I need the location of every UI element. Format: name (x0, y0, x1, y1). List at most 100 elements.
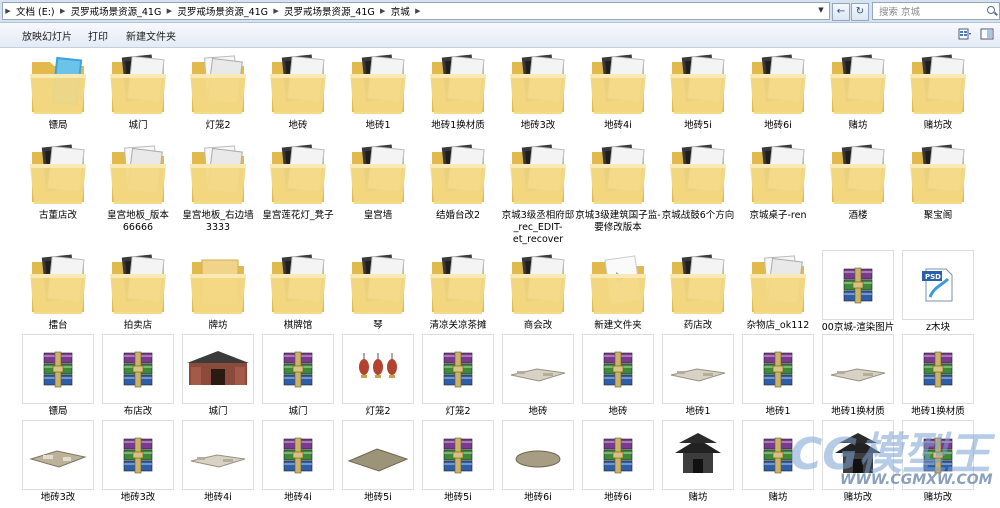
item-label: 皇宫墙 (363, 210, 393, 221)
item-label: 地砖4i (604, 120, 632, 131)
slideshow-button[interactable]: 放映幻灯片 (22, 28, 72, 43)
search-box[interactable]: 搜索 京城 (872, 2, 1000, 20)
folder-icon (28, 142, 88, 206)
folder-icon (668, 52, 728, 116)
search-input[interactable]: 搜索 京城 (873, 4, 985, 18)
breadcrumb-item[interactable]: ▶ 灵罗戒场景资源_41G (271, 4, 378, 18)
image-thumbnail (22, 420, 94, 490)
image-thumbnail (182, 420, 254, 490)
file-item[interactable]: 镖局 (20, 334, 96, 418)
breadcrumb-item[interactable]: ▶ 灵罗戒场景资源_41G (58, 4, 165, 18)
file-item[interactable]: PSD z木块 (900, 250, 976, 334)
item-label: 赌坊 (688, 492, 708, 503)
file-item[interactable]: 地砖4i (180, 420, 256, 504)
folder-item[interactable]: 地砖5i (660, 50, 736, 134)
folder-item[interactable]: 皇宫墙 (340, 140, 416, 224)
file-item[interactable]: 地砖5i (420, 420, 496, 504)
folder-item[interactable]: 药店改 (660, 250, 736, 334)
folder-item[interactable]: 赌坊 (820, 50, 896, 134)
chevron-right-icon[interactable]: ▶ (378, 7, 388, 15)
folder-item[interactable]: 地砖1换材质 (420, 50, 496, 134)
item-label: 结婚台改2 (435, 210, 481, 221)
folder-item[interactable]: 棋牌馆 (260, 250, 336, 334)
folder-item[interactable]: 皇宫莲花灯_凳子 (260, 140, 336, 224)
folder-item[interactable]: 京城3级丞相府邸_rec_EDIT-et_recover (500, 140, 576, 245)
breadcrumb-item[interactable]: ▶ 京城 (378, 4, 413, 18)
file-item[interactable]: 地砖 (580, 334, 656, 418)
file-item[interactable]: 赌坊 (740, 420, 816, 504)
folder-item[interactable]: 皇宫地板_右边墙3333 (180, 140, 256, 233)
folder-item[interactable]: 镖局 (20, 50, 96, 134)
item-label: 京城3级丞相府邸_rec_EDIT-et_recover (501, 210, 575, 245)
folder-item[interactable]: 酒楼 (820, 140, 896, 224)
folder-item[interactable]: 琴 (340, 250, 416, 334)
breadcrumb[interactable]: ▶ 文档 (E:) ▶ 灵罗戒场景资源_41G ▶ 灵罗戒场景资源_41G ▶ 灵罗戒场景资源… (2, 2, 830, 20)
new-folder-button[interactable]: 新建文件夹 (126, 28, 176, 43)
folder-item[interactable]: 新建文件夹 (580, 250, 656, 334)
file-item[interactable]: 地砖3改 (20, 420, 96, 504)
folder-icon (588, 142, 648, 206)
item-label: 药店改 (683, 320, 713, 331)
view-options-icon[interactable] (958, 27, 972, 41)
folder-item[interactable]: 清凉关凉茶摊 (420, 250, 496, 334)
file-item[interactable]: 地砖4i (260, 420, 336, 504)
chevron-right-icon[interactable]: ▶ (3, 7, 13, 15)
folder-icon (668, 142, 728, 206)
file-item[interactable]: 灯笼2 (420, 334, 496, 418)
folder-item[interactable]: 杂物店_ok112 (740, 250, 816, 334)
folder-item[interactable]: 地砖6i (740, 50, 816, 134)
folder-item[interactable]: 拍卖店 (100, 250, 176, 334)
folder-item[interactable]: 赌坊改 (900, 50, 976, 134)
file-item[interactable]: 城门 (260, 334, 336, 418)
folder-item[interactable]: 牌坊 (180, 250, 256, 334)
item-label: 皇宫莲花灯_凳子 (262, 210, 334, 221)
chevron-right-icon[interactable]: ▶ (271, 7, 281, 15)
folder-item[interactable]: 聚宝阁 (900, 140, 976, 224)
folder-item[interactable]: 地砖3改 (500, 50, 576, 134)
folder-item[interactable]: 地砖4i (580, 50, 656, 134)
item-label: 镖局 (48, 406, 68, 417)
folder-item[interactable]: 京城桌子-ren (740, 140, 816, 224)
file-item[interactable]: 地砖1换材质 (820, 334, 896, 418)
folder-item[interactable]: 皇宫地板_版本66666 (100, 140, 176, 233)
folder-item[interactable]: 灯笼2 (180, 50, 256, 134)
file-item[interactable]: 布店改 (100, 334, 176, 418)
preview-pane-icon[interactable] (980, 27, 994, 41)
image-thumbnail (502, 334, 574, 404)
file-item[interactable]: 城门 (180, 334, 256, 418)
file-item[interactable]: 地砖1 (660, 334, 736, 418)
chevron-right-icon[interactable]: ▶ (164, 7, 174, 15)
breadcrumb-item[interactable]: ▶ 灵罗戒场景资源_41G (164, 4, 271, 18)
chevron-right-icon[interactable]: ▶ (413, 7, 423, 15)
breadcrumb-item[interactable]: ▶ 文档 (E:) (3, 4, 58, 18)
file-item[interactable]: 地砖1换材质 (900, 334, 976, 418)
file-item[interactable]: 地砖6i (500, 420, 576, 504)
address-dropdown-icon[interactable]: ▼ (815, 3, 827, 17)
file-item[interactable]: 赌坊改 (820, 420, 896, 504)
folder-item[interactable]: 商会改 (500, 250, 576, 334)
search-icon[interactable] (985, 4, 999, 18)
chevron-right-icon[interactable]: ▶ (58, 7, 68, 15)
file-item[interactable]: 地砖1 (740, 334, 816, 418)
back-button[interactable]: ← (832, 3, 850, 21)
folder-item[interactable]: 城门 (100, 50, 176, 134)
folder-item[interactable]: 京城战鼓6个方向 (660, 140, 736, 224)
file-item[interactable]: 赌坊 (660, 420, 736, 504)
folder-item[interactable]: 古董店改 (20, 140, 96, 224)
refresh-button[interactable]: ↻ (851, 3, 869, 21)
file-item[interactable]: 地砖 (500, 334, 576, 418)
folder-item[interactable]: 京城3级建筑国子监-要修改版本 (575, 140, 661, 233)
folder-item[interactable]: 结婚台改2 (420, 140, 496, 224)
folder-item[interactable]: 地砖1 (340, 50, 416, 134)
item-label: 地砖5i (684, 120, 712, 131)
file-item[interactable]: 地砖5i (340, 420, 416, 504)
print-button[interactable]: 打印 (88, 28, 108, 43)
file-item[interactable]: 地砖6i (580, 420, 656, 504)
folder-item[interactable]: 擂台 (20, 250, 96, 334)
file-item[interactable]: 00京城-渲染图片 (820, 250, 896, 334)
file-item[interactable]: 地砖3改 (100, 420, 176, 504)
svg-text:PSD: PSD (925, 273, 941, 281)
file-item[interactable]: 灯笼2 (340, 334, 416, 418)
file-item[interactable]: 赌坊改 (900, 420, 976, 504)
folder-item[interactable]: 地砖 (260, 50, 336, 134)
